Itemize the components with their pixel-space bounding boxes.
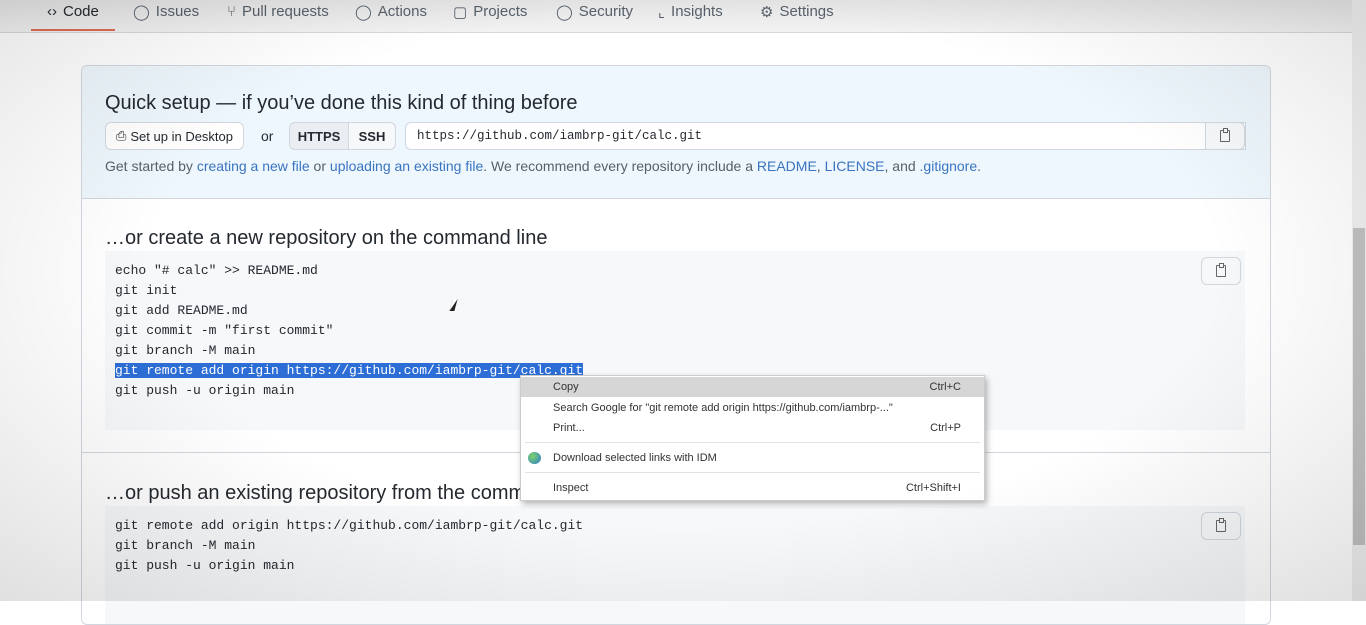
code-line: git commit -m "first commit" — [115, 323, 334, 338]
clipboard-icon — [1216, 263, 1226, 277]
table-icon: ▢ — [453, 4, 468, 21]
menu-separator — [525, 472, 980, 473]
context-menu: Copy Ctrl+C Search Google for "git remote… — [520, 375, 985, 501]
tab-security[interactable]: ◯ Security — [556, 0, 633, 26]
or-label: or — [261, 128, 274, 144]
menu-separator — [525, 442, 980, 443]
tab-insights[interactable]: ⌞ Insights — [658, 0, 723, 26]
menu-item-print[interactable]: Print... Ctrl+P — [521, 418, 984, 438]
clipboard-icon — [1216, 518, 1226, 532]
copy-create-button[interactable] — [1201, 257, 1241, 285]
upload-file-link[interactable]: uploading an existing file — [330, 158, 483, 174]
copy-url-button[interactable] — [1205, 122, 1245, 150]
clone-url-input[interactable]: https://github.com/iambrp-git/calc.git — [405, 122, 1246, 150]
tab-pull-requests[interactable]: ⑂ Pull requests — [227, 0, 329, 26]
tab-actions[interactable]: ◯ Actions — [355, 0, 427, 26]
code-line: git remote add origin https://github.com… — [115, 518, 584, 533]
setup-desktop-button[interactable]: ⎙ Set up in Desktop — [105, 122, 244, 150]
code-line: git init — [115, 283, 178, 298]
gear-icon: ⚙ — [760, 4, 774, 21]
play-icon: ◯ — [355, 4, 372, 21]
menu-item-search-google[interactable]: Search Google for "git remote add origin… — [521, 398, 984, 418]
repo-nav: ‹› Code ◯ Issues ⑂ Pull requests ◯ Actions ▢… — [0, 0, 1352, 33]
create-repo-title: …or create a new repository on the comma… — [105, 227, 548, 249]
code-line: git branch -M main — [115, 343, 256, 358]
quick-setup-title: Quick setup — if you’ve done this kind o… — [105, 92, 578, 114]
code-line: git branch -M main — [115, 538, 256, 553]
scrollbar-thumb[interactable] — [1353, 228, 1365, 545]
quick-setup: Quick setup — if you’ve done this kind o… — [82, 66, 1270, 199]
menu-item-copy[interactable]: Copy Ctrl+C — [521, 377, 984, 397]
gitignore-link[interactable]: .gitignore — [920, 158, 978, 174]
get-started-text: Get started by creating a new file or up… — [105, 158, 982, 174]
selected-code-line[interactable]: git remote add origin https://github.com… — [115, 363, 584, 378]
code-line: git add README.md — [115, 303, 248, 318]
tab-code[interactable]: ‹› Code — [31, 0, 115, 31]
empty-repo-setup: Quick setup — if you’ve done this kind o… — [81, 65, 1271, 625]
ssh-toggle[interactable]: SSH — [348, 122, 396, 150]
code-line: echo "# calc" >> README.md — [115, 263, 318, 278]
scrollbar[interactable] — [1352, 0, 1366, 601]
code-line: git push -u origin main — [115, 558, 295, 573]
pull-request-icon: ⑂ — [227, 3, 237, 20]
tab-projects[interactable]: ▢ Projects — [453, 0, 527, 26]
push-commands: git remote add origin https://github.com… — [105, 506, 1245, 624]
desktop-download-icon: ⎙ — [115, 128, 127, 143]
idm-globe-icon — [528, 452, 541, 464]
issue-icon: ◯ — [133, 4, 150, 21]
graph-icon: ⌞ — [658, 4, 666, 21]
create-file-link[interactable]: creating a new file — [197, 158, 310, 174]
menu-item-idm[interactable]: Download selected links with IDM — [521, 448, 984, 468]
https-toggle[interactable]: HTTPS — [289, 122, 349, 150]
license-link[interactable]: LICENSE — [825, 158, 885, 174]
tab-issues[interactable]: ◯ Issues — [133, 0, 199, 26]
readme-link[interactable]: README — [757, 158, 817, 174]
tab-settings[interactable]: ⚙ Settings — [760, 0, 834, 26]
copy-push-button[interactable] — [1201, 512, 1241, 540]
clipboard-icon — [1220, 128, 1230, 142]
menu-item-inspect[interactable]: Inspect Ctrl+Shift+I — [521, 478, 984, 498]
code-icon: ‹› — [47, 3, 57, 20]
shield-icon: ◯ — [556, 4, 573, 21]
